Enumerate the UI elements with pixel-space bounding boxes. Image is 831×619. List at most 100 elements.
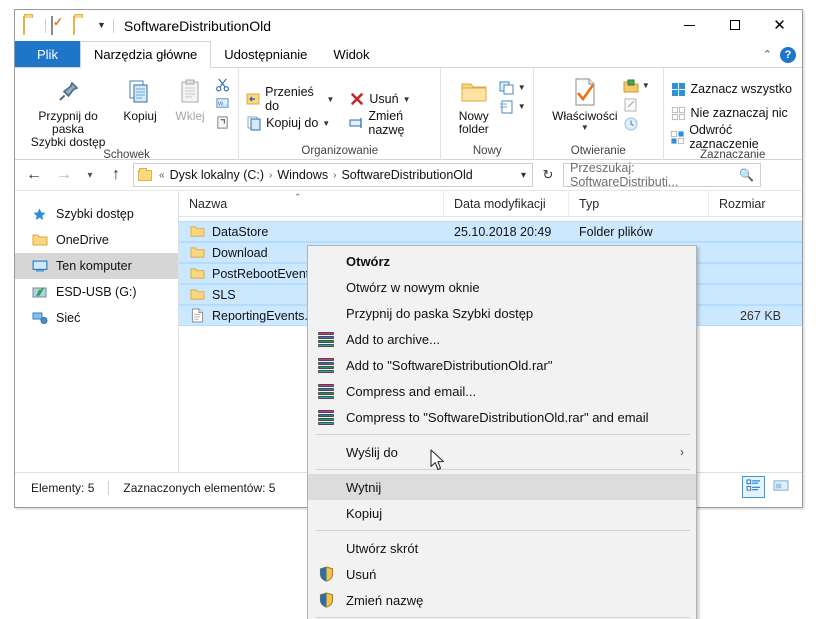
paste-button[interactable]: Wklej [166,73,214,123]
chevron-down-icon[interactable]: ▼ [518,102,526,111]
folder-icon [189,224,205,240]
table-row[interactable]: DataStore 25.10.2018 20:49 Folder plików [179,221,802,242]
easy-access-icon[interactable] [499,98,516,115]
sidebar-item-esd-usb[interactable]: ESD-USB (G:) [15,279,178,305]
tab-udostepnianie[interactable]: Udostępnianie [211,41,320,67]
move-to-button[interactable]: Przenieś do ▼ [245,85,334,113]
breadcrumb-item-windows[interactable]: Windows [277,168,328,182]
search-box[interactable]: Przeszukaj: SoftwareDistributi... 🔍 [563,161,761,189]
cut-scissors-icon[interactable] [214,76,231,93]
breadcrumb-overflow[interactable]: « [157,170,167,181]
forward-button[interactable]: → [51,163,77,187]
file-size-cell: 267 KB [739,308,781,323]
tab-plik[interactable]: Plik [15,41,80,67]
context-menu-item-compress-to-named-rar-and-email[interactable]: Compress to "SoftwareDistributionOld.rar… [308,404,696,430]
delete-button[interactable]: Usuń ▼ [348,87,434,111]
breadcrumb-separator: › [269,169,273,181]
delete-x-icon [348,91,365,108]
chevron-up-icon[interactable]: ⌃ [763,48,772,61]
context-menu-separator [316,530,690,531]
context-menu-item-wyslij-do[interactable]: Wyślij do › [308,439,696,465]
context-menu-item-zmien-nazwe[interactable]: Zmień nazwę [308,587,696,613]
star-icon [31,206,48,223]
sidebar-item-siec[interactable]: Sieć [15,305,178,331]
minimize-button[interactable] [667,10,712,40]
history-icon[interactable] [623,115,640,132]
folder-icon[interactable] [23,16,40,35]
search-input[interactable]: Przeszukaj: SoftwareDistributi... [570,161,739,189]
copy-label: Kopiuj [123,109,157,123]
context-menu-item-otworz-w-nowym-oknie[interactable]: Otwórz w nowym oknie [308,274,696,300]
details-view-button[interactable] [742,476,765,498]
breadcrumb[interactable]: « Dysk lokalny (C:) › Windows › Software… [133,163,533,187]
file-name-cell: DataStore [179,224,444,240]
context-menu-item-add-to-archive[interactable]: Add to archive... [308,326,696,352]
properties-icon[interactable] [51,16,68,35]
rename-icon [348,115,364,132]
context-menu-item-compress-and-email[interactable]: Compress and email... [308,378,696,404]
search-icon[interactable]: 🔍 [739,168,754,182]
context-menu-item-utworz-skrot[interactable]: Utwórz skrót [308,535,696,561]
new-folder-icon[interactable] [73,16,90,35]
tab-widok[interactable]: Widok [320,41,382,67]
breadcrumb-item-current[interactable]: SoftwareDistributionOld [341,168,472,182]
invert-selection-button[interactable]: Odwróć zaznaczenie [670,123,796,151]
breadcrumb-item-drive[interactable]: Dysk lokalny (C:) [170,168,264,182]
winrar-icon [316,330,336,348]
column-header-nazwa[interactable]: Nazwa ⌃ [179,190,444,217]
rename-button[interactable]: Zmień nazwę [348,109,434,137]
open-with-icon[interactable] [623,77,640,94]
tab-narzedzia-glowne[interactable]: Narzędzia główne [79,41,212,68]
help-icon[interactable]: ? [780,46,796,63]
refresh-button[interactable]: ↻ [537,163,559,187]
copy-path-icon[interactable]: W... [214,95,231,112]
chevron-down-icon[interactable]: ▼ [403,95,411,104]
pin-to-quick-access-button[interactable]: Przypnij do paska Szybki dostęp [22,73,114,149]
sidebar-item-ten-komputer[interactable]: Ten komputer [15,253,178,279]
context-menu-item-przypnij-do-szybkiego-dostepu[interactable]: Przypnij do paska Szybki dostęp [308,300,696,326]
sidebar-item-onedrive[interactable]: OneDrive [15,227,178,253]
context-menu-item-kopiuj[interactable]: Kopiuj [308,500,696,526]
organize-col-2: Usuń ▼ Zmień nazwę [348,83,434,137]
column-header-rozmiar[interactable]: Rozmiar [709,191,795,217]
back-button[interactable]: ← [21,163,47,187]
properties-button[interactable]: Właściwości ▼ [547,73,623,132]
context-menu-item-wytnij[interactable]: Wytnij [308,474,696,500]
edit-icon[interactable] [623,96,640,113]
up-button[interactable]: ↑ [103,163,129,187]
context-menu-item-otworz[interactable]: Otwórz [308,248,696,274]
column-header-data[interactable]: Data modyfikacji [444,190,569,217]
sidebar-item-szybki-dostep[interactable]: Szybki dostęp [15,201,178,227]
copy-button[interactable]: Kopiuj [114,73,166,123]
selection-buttons: Zaznacz wszystko Nie zaznaczaj nic Odwró… [670,77,796,151]
ribbon-group-nowy: Nowy folder ▼ ▼ Nowy [440,68,533,160]
new-item-icon[interactable] [499,79,516,96]
large-icons-view-button[interactable] [769,476,792,498]
chevron-down-icon[interactable]: ▾ [521,170,528,181]
svg-text:W...: W... [218,101,228,107]
context-menu-separator [316,469,690,470]
chevron-down-icon[interactable]: ▼ [581,123,589,132]
ribbon-group-label-otwieranie: Otwieranie [570,145,626,157]
pin-to-quick-access-label: Przypnij do paska Szybki dostęp [30,109,106,149]
new-folder-button[interactable]: Nowy folder [449,73,499,136]
chevron-down-icon[interactable]: ▼ [642,81,650,90]
recent-locations-button[interactable]: ▾ [81,163,99,187]
select-none-button[interactable]: Nie zaznaczaj nic [670,101,796,125]
view-buttons [742,476,792,498]
chevron-down-icon[interactable]: ▼ [326,95,334,104]
chevron-down-icon[interactable]: ▼ [322,119,330,128]
context-menu-item-usun[interactable]: Usuń [308,561,696,587]
copy-to-button[interactable]: Kopiuj do ▼ [245,111,334,135]
chevron-down-icon[interactable]: ▼ [518,83,526,92]
maximize-button[interactable] [712,10,757,40]
context-menu-label: Usuń [346,566,377,582]
paste-shortcut-icon[interactable] [214,114,231,131]
chevron-down-icon[interactable]: ▼ [95,21,108,30]
column-header-typ[interactable]: Typ [569,190,709,217]
context-menu-label: Kopiuj [346,505,383,521]
computer-icon [31,258,48,275]
context-menu-item-add-to-named-rar[interactable]: Add to "SoftwareDistributionOld.rar" [308,352,696,378]
select-all-button[interactable]: Zaznacz wszystko [670,77,796,101]
close-button[interactable]: ✕ [757,10,802,40]
